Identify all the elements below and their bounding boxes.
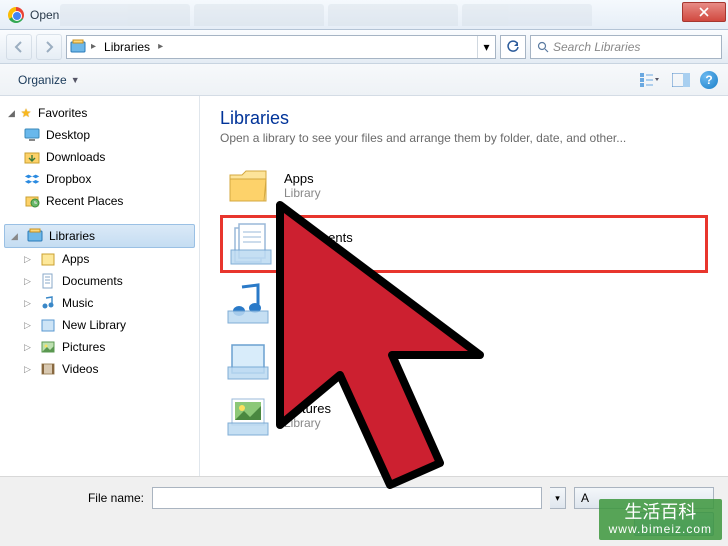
library-item-apps[interactable]: Apps Library <box>220 159 708 211</box>
content-subtitle: Open a library to see your files and arr… <box>220 131 708 145</box>
apps-library-icon <box>40 251 56 267</box>
libraries-icon <box>67 36 89 58</box>
apps-folder-icon <box>226 163 270 207</box>
library-type: Library <box>284 360 353 374</box>
pictures-library-large-icon <box>226 393 270 437</box>
sidebar-item-pictures[interactable]: ▷ Pictures <box>0 336 199 358</box>
music-library-icon <box>40 295 56 311</box>
sidebar-item-apps[interactable]: ▷ Apps <box>0 248 199 270</box>
expand-icon: ▷ <box>24 342 34 353</box>
background-browser-tabs <box>60 4 592 26</box>
library-name: New Library <box>284 345 353 360</box>
expand-icon: ▷ <box>24 364 34 375</box>
collapse-icon: ◢ <box>11 231 21 242</box>
refresh-icon <box>506 40 520 54</box>
collapse-icon: ◢ <box>8 108 18 119</box>
search-icon <box>537 41 549 53</box>
pictures-library-icon <box>40 339 56 355</box>
expand-icon: ▷ <box>24 320 34 331</box>
sidebar-item-dropbox[interactable]: Dropbox <box>0 168 199 190</box>
documents-library-icon <box>40 273 56 289</box>
main-area: ◢ ★ Favorites Desktop Downloads Dropbox … <box>0 96 728 476</box>
window-title: Open <box>30 8 59 22</box>
chrome-icon <box>8 7 24 23</box>
documents-library-large-icon <box>229 222 273 266</box>
sidebar-item-recent-places[interactable]: Recent Places <box>0 190 199 212</box>
close-icon <box>699 7 709 17</box>
chevron-right-icon: ▸ <box>89 41 98 52</box>
search-placeholder: Search Libraries <box>553 40 640 54</box>
new-library-icon <box>40 317 56 333</box>
view-options-button[interactable] <box>636 69 662 91</box>
content-heading: Libraries <box>220 108 708 129</box>
sidebar-item-videos[interactable]: ▷ Videos <box>0 358 199 380</box>
library-type: Library <box>284 304 321 318</box>
library-type: Library <box>284 416 331 430</box>
breadcrumb-dropdown[interactable]: ▾ <box>477 36 495 58</box>
library-item-documents[interactable]: Documents Library <box>220 215 708 273</box>
library-name: Pictures <box>284 401 331 416</box>
filename-input[interactable] <box>152 487 542 509</box>
downloads-icon <box>24 149 40 165</box>
library-item-pictures[interactable]: Pictures Library <box>220 389 708 441</box>
watermark: 生活百科 www.bimeiz.com <box>599 499 722 540</box>
library-item-new-library[interactable]: New Library Library <box>220 333 708 385</box>
filename-history-dropdown[interactable]: ▾ <box>550 487 566 509</box>
preview-pane-button[interactable] <box>668 69 694 91</box>
library-item-music[interactable]: Music Library <box>220 277 708 329</box>
videos-library-icon <box>40 361 56 377</box>
breadcrumb[interactable]: ▸ Libraries ▸ ▾ <box>66 35 496 59</box>
titlebar: Open <box>0 0 728 30</box>
address-bar-row: ▸ Libraries ▸ ▾ Search Libraries <box>0 30 728 64</box>
new-library-large-icon <box>226 337 270 381</box>
filename-label: File name: <box>14 487 144 505</box>
star-icon: ★ <box>18 105 34 121</box>
forward-arrow-icon <box>42 40 56 54</box>
dropbox-icon <box>24 171 40 187</box>
preview-pane-icon <box>672 73 690 87</box>
search-input[interactable]: Search Libraries <box>530 35 722 59</box>
content-pane[interactable]: Libraries Open a library to see your fil… <box>200 96 728 476</box>
organize-button[interactable]: Organize ▼ <box>10 69 88 91</box>
breadcrumb-libraries[interactable]: Libraries <box>98 36 156 58</box>
sidebar-item-documents[interactable]: ▷ Documents <box>0 270 199 292</box>
sidebar-item-new-library[interactable]: ▷ New Library <box>0 314 199 336</box>
sidebar-item-downloads[interactable]: Downloads <box>0 146 199 168</box>
expand-icon: ▷ <box>24 254 34 265</box>
navigation-sidebar[interactable]: ◢ ★ Favorites Desktop Downloads Dropbox … <box>0 96 200 476</box>
library-type: Library <box>287 245 353 259</box>
chevron-down-icon: ▼ <box>71 75 80 85</box>
close-button[interactable] <box>682 2 726 22</box>
library-name: Documents <box>287 230 353 245</box>
sidebar-item-music[interactable]: ▷ Music <box>0 292 199 314</box>
refresh-button[interactable] <box>500 35 526 59</box>
sidebar-group-favorites[interactable]: ◢ ★ Favorites <box>0 102 199 124</box>
recent-places-icon <box>24 193 40 209</box>
back-arrow-icon <box>12 40 26 54</box>
library-name: Music <box>284 289 321 304</box>
sidebar-group-libraries[interactable]: ◢ Libraries <box>4 224 195 248</box>
chevron-right-icon: ▸ <box>156 41 165 52</box>
desktop-icon <box>24 127 40 143</box>
help-button[interactable]: ? <box>700 71 718 89</box>
library-name: Apps <box>284 171 321 186</box>
expand-icon: ▷ <box>24 276 34 287</box>
library-type: Library <box>284 186 321 200</box>
back-button[interactable] <box>6 34 32 60</box>
view-list-icon <box>639 72 659 88</box>
music-library-large-icon <box>226 281 270 325</box>
expand-icon: ▷ <box>24 298 34 309</box>
sidebar-item-desktop[interactable]: Desktop <box>0 124 199 146</box>
forward-button[interactable] <box>36 34 62 60</box>
libraries-icon <box>27 228 43 244</box>
toolbar: Organize ▼ ? <box>0 64 728 96</box>
